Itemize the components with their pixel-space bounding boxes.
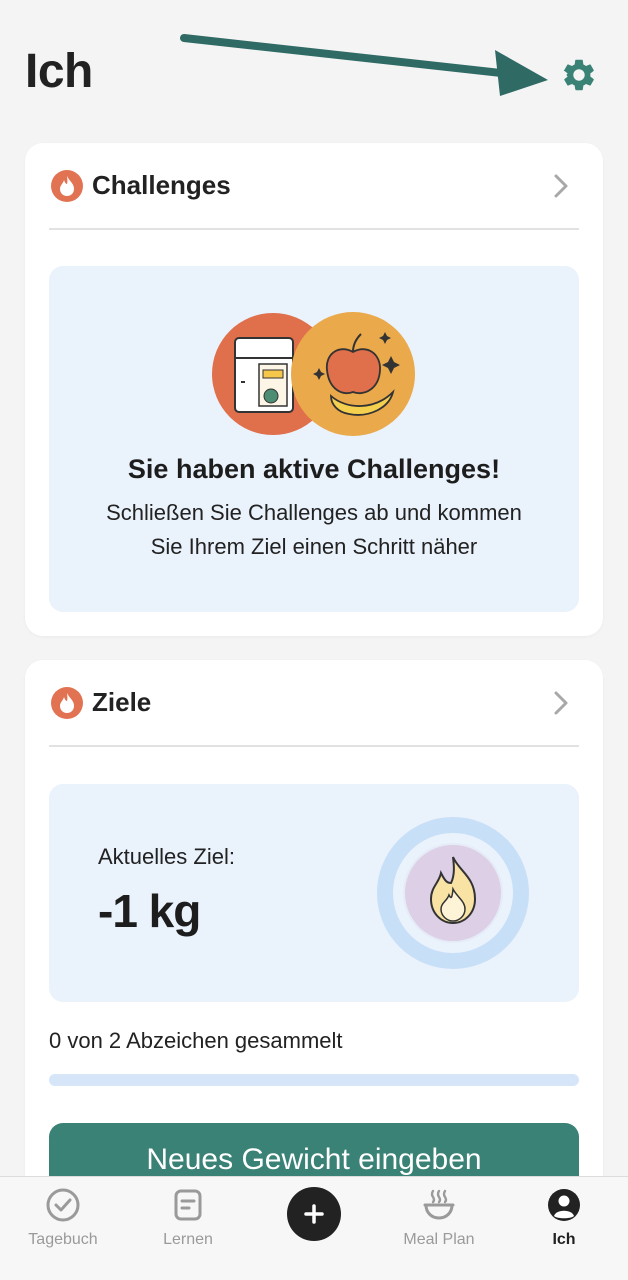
profile-icon xyxy=(548,1189,580,1221)
fridge-fruit-illustration xyxy=(212,312,415,436)
challenges-title: Challenges xyxy=(92,170,231,200)
tab-tagebuch[interactable]: Tagebuch xyxy=(0,1177,126,1280)
banner-text-line2: Sie Ihrem Ziel einen Schritt näher xyxy=(150,534,478,559)
add-button[interactable] xyxy=(287,1187,341,1241)
document-icon xyxy=(174,1189,202,1221)
plus-icon xyxy=(304,1204,324,1224)
tab-label: Ich xyxy=(552,1231,576,1248)
header: Ich xyxy=(0,0,628,140)
badges-count-text: 0 von 2 Abzeichen gesammelt xyxy=(49,1028,343,1053)
tab-bar: Tagebuch Lernen Meal Plan Ich xyxy=(0,1176,628,1280)
flame-icon xyxy=(51,687,83,719)
goal-flame-icon xyxy=(377,817,529,969)
current-goal-value: -1 kg xyxy=(98,885,201,937)
tab-ich[interactable]: Ich xyxy=(501,1177,627,1280)
check-circle-icon xyxy=(46,1188,80,1222)
goals-title: Ziele xyxy=(92,687,152,717)
page-title: Ich xyxy=(25,45,93,98)
divider xyxy=(49,745,579,747)
bowl-icon xyxy=(423,1189,455,1220)
goals-card: Ziele Aktuelles Ziel: -1 kg 0 von 2 Abze… xyxy=(25,660,603,1260)
banner-text: Schließen Sie Challenges ab und kommen S… xyxy=(49,496,579,564)
chevron-right-icon xyxy=(554,691,568,715)
chevron-right-icon xyxy=(554,174,568,198)
current-goal-label: Aktuelles Ziel: xyxy=(98,844,235,869)
divider xyxy=(49,228,579,230)
challenges-header[interactable]: Challenges xyxy=(25,143,603,229)
challenges-banner[interactable]: Sie haben aktive Challenges! Schließen S… xyxy=(49,266,579,612)
tab-meal-plan[interactable]: Meal Plan xyxy=(376,1177,502,1280)
tab-label: Lernen xyxy=(163,1231,213,1248)
badges-progress-bar xyxy=(49,1074,579,1086)
tab-label: Meal Plan xyxy=(403,1231,475,1248)
gear-icon[interactable] xyxy=(560,56,598,94)
flame-icon xyxy=(51,170,83,202)
tab-label: Tagebuch xyxy=(28,1231,98,1248)
banner-text-line1: Schließen Sie Challenges ab und kommen xyxy=(106,500,522,525)
annotation-arrow xyxy=(180,34,548,96)
tab-lernen[interactable]: Lernen xyxy=(125,1177,251,1280)
current-goal-box[interactable]: Aktuelles Ziel: -1 kg xyxy=(49,784,579,1002)
challenges-card: Challenges Sie haben aktive Challenges! … xyxy=(25,143,603,636)
banner-title: Sie haben aktive Challenges! xyxy=(127,454,501,484)
goals-header[interactable]: Ziele xyxy=(25,660,603,746)
